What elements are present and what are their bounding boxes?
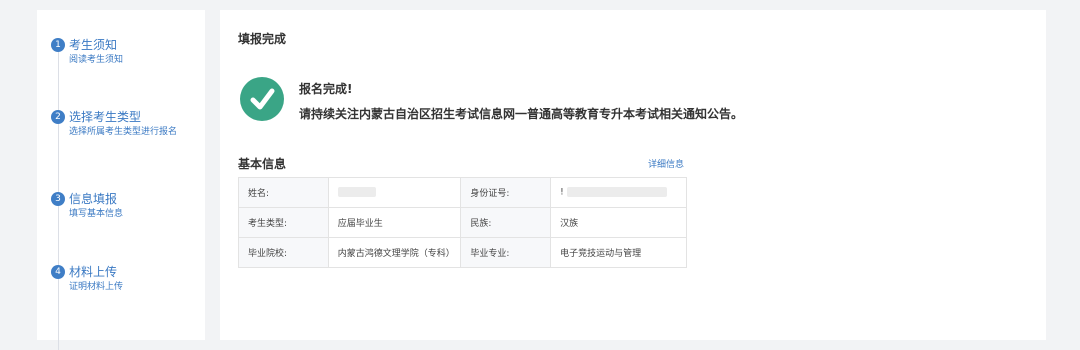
name-value <box>327 177 462 208</box>
basic-info-title: 基本信息 <box>238 157 287 171</box>
id-number-value: ! <box>550 177 687 208</box>
steps-sidebar: 1 考生须知 阅读考生须知 2 选择考生类型 选择所属考生类型进行报名 3 信息… <box>37 10 205 350</box>
step-title: 材料上传 <box>69 265 118 279</box>
step-title: 信息填报 <box>69 192 118 206</box>
candidate-type-value: 应届毕业生 <box>327 207 462 238</box>
ethnicity-value: 汉族 <box>550 207 687 238</box>
table-row: 考生类型: 应届毕业生 民族: 汉族 <box>238 207 687 238</box>
table-row: 毕业院校: 内蒙古鸿德文理学院（专科） 毕业专业: 电子竞技运动与管理 <box>238 237 687 268</box>
id-number-text: ! <box>560 187 564 198</box>
step-title: 选择考生类型 <box>69 110 142 124</box>
step-description: 选择所属考生类型进行报名 <box>69 127 178 137</box>
success-title: 报名完成! <box>299 82 353 96</box>
name-label: 姓名: <box>238 177 329 208</box>
step-number-badge: 1 <box>51 38 65 52</box>
step-title: 考生须知 <box>69 38 118 52</box>
detail-info-link[interactable]: 详细信息 <box>648 157 684 170</box>
step-number-badge: 3 <box>51 192 65 206</box>
ethnicity-label: 民族: <box>460 207 552 238</box>
table-row: 姓名: 身份证号: ! <box>238 177 687 208</box>
major-label: 毕业专业: <box>460 237 552 268</box>
step-description: 阅读考生须知 <box>69 55 124 65</box>
main-panel: 填报完成 报名完成! 请持续关注内蒙古自治区招生考试信息网一普通高等教育专升本考… <box>220 10 1046 340</box>
step-number-badge: 2 <box>51 110 65 124</box>
school-value: 内蒙古鸿德文理学院（专科） <box>327 237 462 268</box>
redacted-name <box>337 187 376 198</box>
id-number-label: 身份证号: <box>460 177 552 208</box>
basic-info-table: 姓名: 身份证号: ! 考生类型: 应届毕业生 民族: 汉族 毕业院校: 内蒙古… <box>238 177 687 268</box>
major-value: 电子竞技运动与管理 <box>550 237 687 268</box>
step-number-badge: 4 <box>51 265 65 279</box>
step-description: 证明材料上传 <box>69 282 124 292</box>
redacted-id-number <box>566 187 667 198</box>
success-message: 请持续关注内蒙古自治区招生考试信息网一普通高等教育专升本考试相关通知公告。 <box>299 107 744 121</box>
step-description: 填写基本信息 <box>69 209 124 219</box>
page-title: 填报完成 <box>238 32 287 46</box>
candidate-type-label: 考生类型: <box>238 207 329 238</box>
check-circle-icon <box>240 77 284 121</box>
school-label: 毕业院校: <box>238 237 329 268</box>
